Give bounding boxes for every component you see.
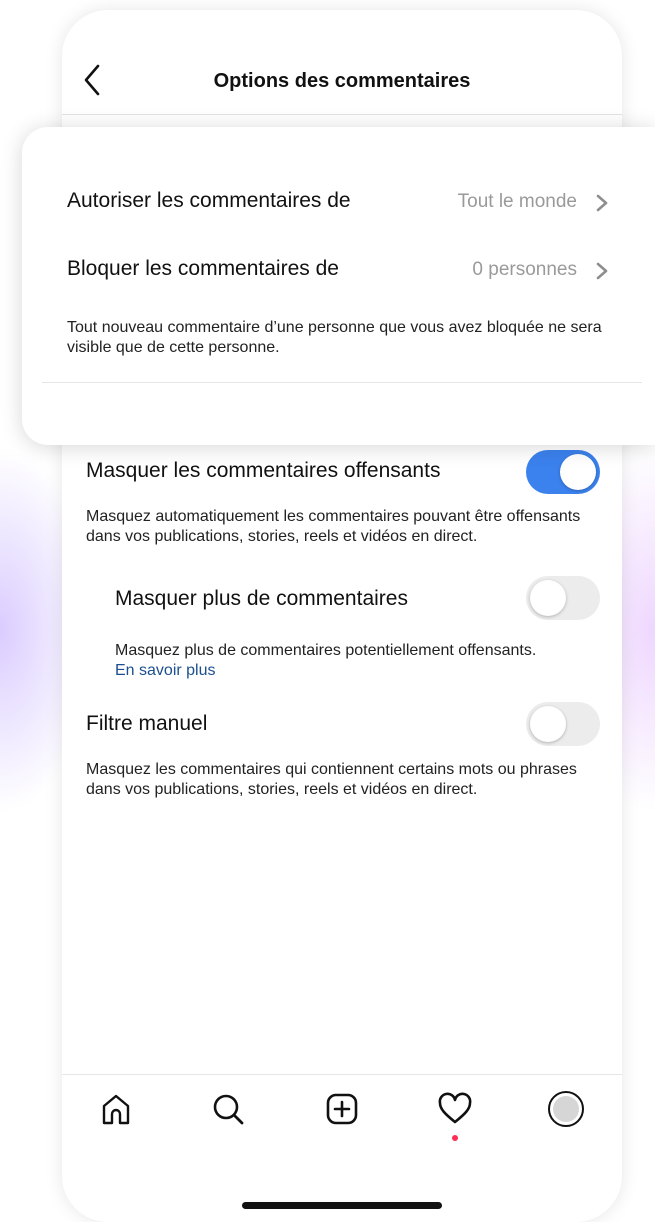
tab-bar — [62, 1074, 622, 1165]
allow-comments-row[interactable]: Autoriser les commentaires de Tout le mo… — [67, 181, 627, 225]
heart-icon — [438, 1092, 472, 1124]
tab-create[interactable] — [322, 1089, 362, 1129]
hide-offensive-description: Masquez automatiquement les commentaires… — [86, 508, 581, 545]
hide-more-toggle[interactable] — [526, 576, 600, 620]
comment-controls-card: Autoriser les commentaires de Tout le mo… — [22, 127, 655, 445]
allow-comments-value: Tout le monde — [457, 191, 577, 212]
toggle-knob — [530, 580, 566, 616]
page-title: Options des commentaires — [213, 70, 471, 92]
manual-filter-toggle[interactable] — [526, 702, 600, 746]
chevron-right-icon — [596, 194, 608, 212]
home-icon — [102, 1094, 130, 1125]
toggle-knob — [560, 454, 596, 490]
learn-more-link[interactable]: En savoir plus — [115, 662, 216, 679]
notification-dot — [452, 1135, 458, 1141]
card-divider — [42, 382, 642, 383]
block-comments-row[interactable]: Bloquer les commentaires de 0 personnes — [67, 249, 627, 293]
toggle-knob — [530, 706, 566, 742]
hide-offensive-label: Masquer les commentaires offensants — [86, 459, 441, 482]
block-comments-label: Bloquer les commentaires de — [67, 257, 339, 280]
hide-more-description: Masquez plus de commentaires potentielle… — [115, 641, 615, 681]
profile-icon — [548, 1091, 584, 1127]
chevron-right-icon — [596, 262, 608, 280]
tab-profile[interactable] — [546, 1089, 586, 1129]
home-indicator — [242, 1202, 442, 1209]
hide-more-description-text: Masquez plus de commentaires potentielle… — [115, 642, 537, 659]
tab-search[interactable] — [208, 1089, 248, 1129]
hide-offensive-toggle[interactable] — [526, 450, 600, 494]
manual-filter-label: Filtre manuel — [86, 712, 208, 735]
hide-more-label: Masquer plus de commentaires — [115, 587, 408, 610]
manual-filter-description: Masquez les commentaires qui contiennent… — [86, 761, 577, 798]
blocked-note: Tout nouveau commentaire d’une personne … — [67, 319, 602, 356]
create-icon — [326, 1093, 358, 1125]
tab-home[interactable] — [96, 1089, 136, 1129]
tab-activity[interactable] — [435, 1089, 475, 1129]
header: Options des commentaires — [62, 10, 622, 115]
allow-comments-label: Autoriser les commentaires de — [67, 189, 351, 212]
block-comments-value: 0 personnes — [472, 259, 577, 280]
search-icon — [213, 1094, 244, 1125]
